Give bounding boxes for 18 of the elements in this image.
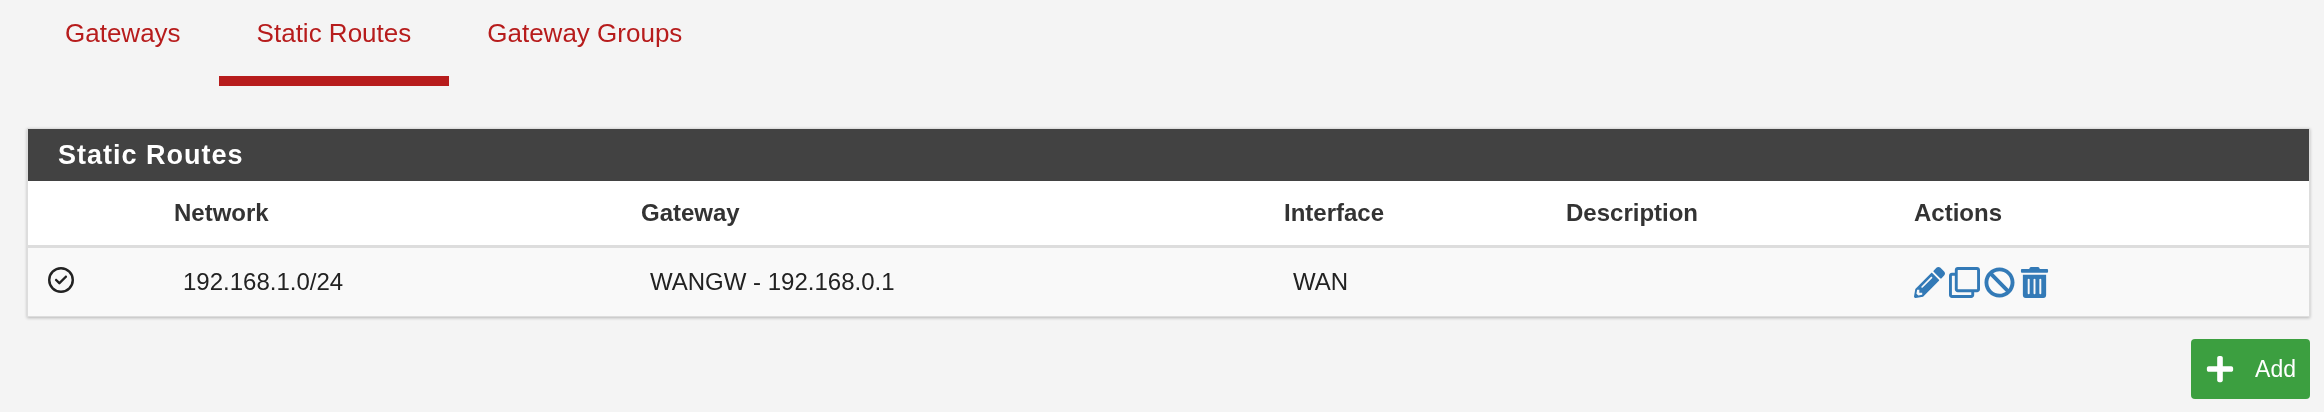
plus-icon xyxy=(2205,354,2236,384)
column-header: Network xyxy=(174,199,270,227)
column-header: Description xyxy=(1566,199,1700,227)
ban-icon[interactable] xyxy=(1984,266,2015,298)
tab[interactable]: Gateways xyxy=(27,0,219,86)
column-header: Interface xyxy=(1284,199,1386,227)
table-cell-text: WAN xyxy=(1292,268,1349,295)
table-cell-text: WANGW - 192.168.0.1 xyxy=(649,268,895,295)
add-button[interactable]: Add xyxy=(2191,339,2310,399)
panel-title: Static Routes xyxy=(58,139,244,171)
tab[interactable]: Static Routes xyxy=(218,0,450,86)
column-header: Actions xyxy=(1914,199,2003,227)
tab[interactable]: Gateway Groups xyxy=(449,0,721,86)
table-cell-text: 192.168.1.0/24 xyxy=(182,268,344,295)
column-header: Gateway xyxy=(641,199,741,227)
trash-icon[interactable] xyxy=(2019,266,2050,298)
edit-icon[interactable] xyxy=(1914,266,1945,298)
copy-icon[interactable] xyxy=(1949,266,1980,298)
